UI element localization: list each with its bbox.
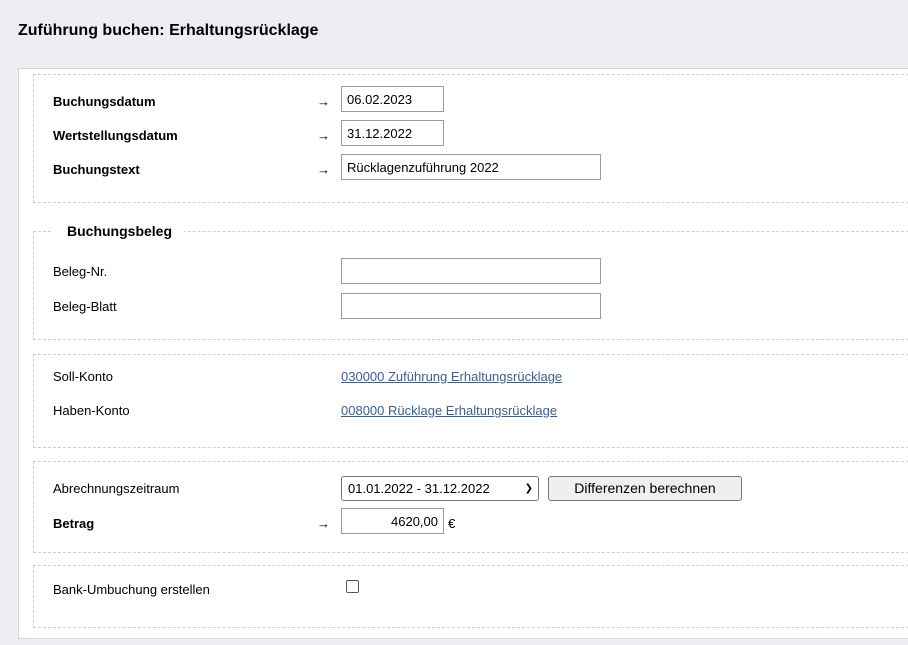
- debit-account-label: Soll-Konto: [53, 369, 113, 384]
- voucher-number-label: Beleg-Nr.: [53, 264, 108, 279]
- period-select[interactable]: 01.01.2022 - 31.12.2022 ❯: [341, 476, 539, 501]
- amount-label: Betrag: [53, 516, 95, 531]
- booking-basics-section: Buchungsdatum → Wertstellungsdatum → Buc…: [33, 74, 908, 203]
- voucher-sheet-label: Beleg-Blatt: [53, 299, 117, 314]
- voucher-fieldset: Buchungsbeleg Beleg-Nr. Beleg-Blatt: [33, 221, 908, 340]
- required-arrow-icon: →: [317, 162, 330, 177]
- voucher-number-input[interactable]: [341, 258, 601, 284]
- booking-date-label: Buchungsdatum: [53, 94, 156, 109]
- value-date-input[interactable]: [341, 120, 444, 146]
- credit-account-label: Haben-Konto: [53, 403, 130, 418]
- bank-transfer-section: Bank-Umbuchung erstellen: [33, 565, 908, 628]
- required-arrow-icon: →: [317, 94, 330, 109]
- voucher-sheet-input[interactable]: [341, 293, 601, 319]
- voucher-legend: Buchungsbeleg: [53, 221, 185, 241]
- value-date-label: Wertstellungsdatum: [53, 128, 178, 143]
- required-arrow-icon: →: [317, 516, 330, 531]
- bank-transfer-label: Bank-Umbuchung erstellen: [53, 582, 210, 597]
- booking-text-label: Buchungstext: [53, 162, 140, 177]
- period-selected-value: 01.01.2022 - 31.12.2022: [348, 481, 490, 496]
- debit-account-link[interactable]: 030000 Zuführung Erhaltungsrücklage: [341, 369, 562, 385]
- required-arrow-icon: →: [317, 128, 330, 143]
- bank-transfer-checkbox[interactable]: [346, 580, 359, 593]
- currency-symbol: €: [448, 516, 456, 531]
- booking-text-input[interactable]: [341, 154, 601, 180]
- page-title: Zuführung buchen: Erhaltungsrücklage: [18, 22, 319, 39]
- booking-date-input[interactable]: [341, 86, 444, 112]
- period-amount-section: Abrechnungszeitraum 01.01.2022 - 31.12.2…: [33, 461, 908, 553]
- calculate-differences-button[interactable]: Differenzen berechnen: [548, 476, 742, 501]
- accounts-section: Soll-Konto 030000 Zuführung Erhaltungsrü…: [33, 354, 908, 448]
- period-label: Abrechnungszeitraum: [53, 481, 180, 496]
- amount-input[interactable]: [341, 508, 444, 534]
- credit-account-link[interactable]: 008000 Rücklage Erhaltungsrücklage: [341, 403, 557, 419]
- chevron-down-icon: ❯: [524, 483, 533, 494]
- booking-form-panel: Buchungsdatum → Wertstellungsdatum → Buc…: [18, 68, 908, 639]
